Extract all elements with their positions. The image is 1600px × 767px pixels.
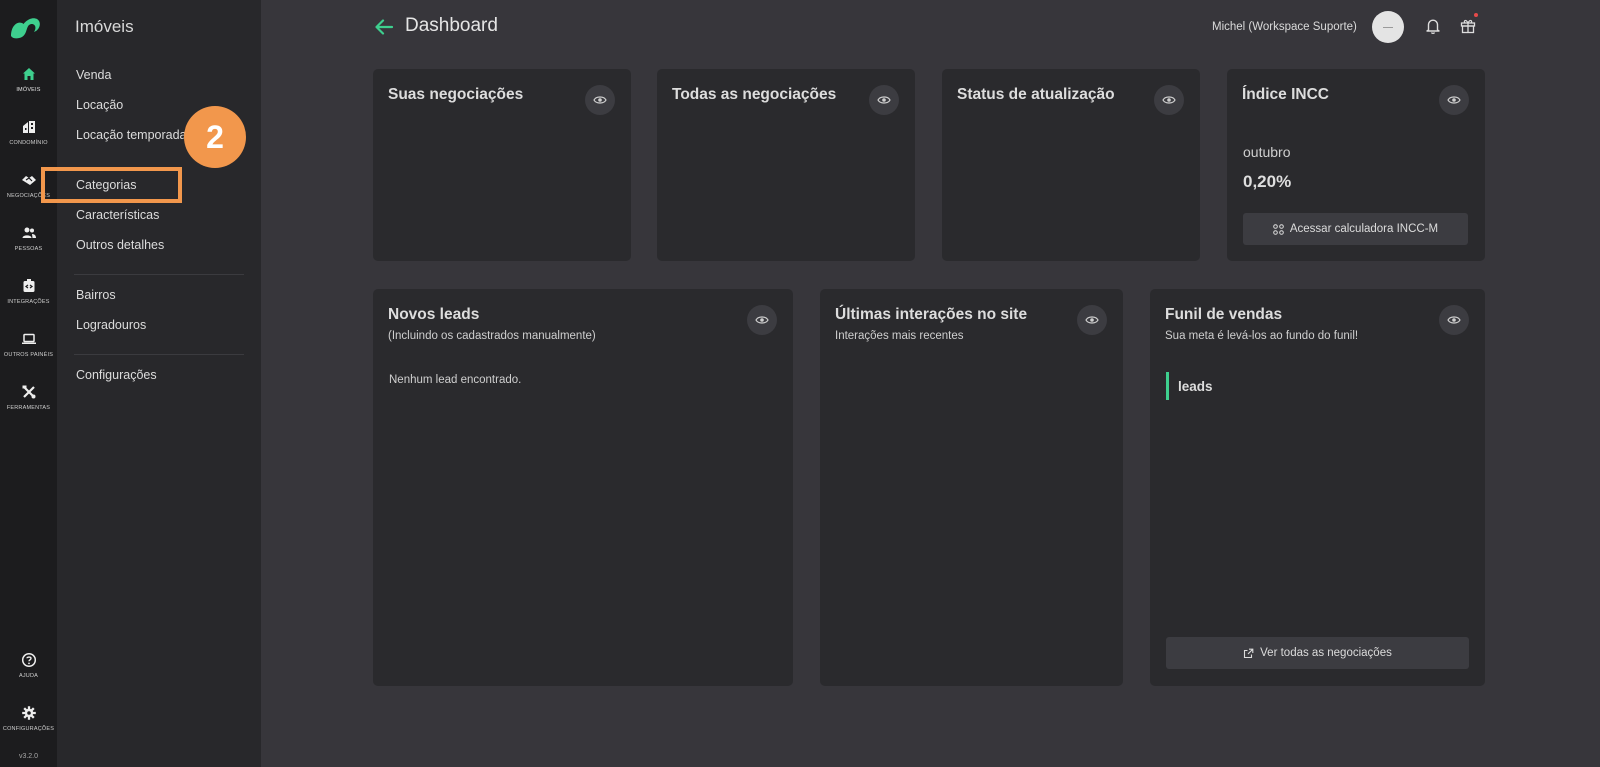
eye-icon <box>1447 316 1461 324</box>
card-subtitle: Sua meta é levá-los ao fundo do funil! <box>1165 330 1359 342</box>
card-title: Últimas interações no site <box>835 306 1028 323</box>
rail-item-imoveis[interactable]: IMÓVEIS <box>0 66 57 93</box>
integrations-icon <box>23 279 34 292</box>
funnel-stage-leads[interactable]: leads <box>1178 379 1213 394</box>
page-title: Dashboard <box>405 15 498 36</box>
rail-item-ferramentas[interactable]: FERRAMENTAS <box>0 384 57 411</box>
subnav-item-locacao[interactable]: Locação <box>76 98 123 112</box>
card-subtitle: Interações mais recentes <box>835 330 964 342</box>
step-badge: 2 <box>184 106 246 168</box>
card-title: Índice INCC <box>1242 86 1329 103</box>
toggle-visibility-button[interactable] <box>1154 85 1184 115</box>
rail-item-outros-paineis[interactable]: OUTROS PAINÉIS <box>0 331 57 358</box>
rail-item-integracoes[interactable]: INTEGRAÇÕES <box>0 278 57 305</box>
card-funil-vendas: Funil de vendas Sua meta é levá-los ao f… <box>1150 289 1485 686</box>
user-name[interactable]: Michel (Workspace Suporte) <box>1212 21 1357 33</box>
subnav-item-logradouros[interactable]: Logradouros <box>76 318 146 332</box>
toggle-visibility-button[interactable] <box>1439 305 1469 335</box>
eye-icon <box>1162 96 1176 104</box>
gear-icon <box>21 706 36 720</box>
rail-label: FERRAMENTAS <box>6 405 51 411</box>
building-icon <box>22 121 35 133</box>
tools-icon <box>22 385 35 399</box>
rail-label: CONDOMÍNIO <box>9 140 48 146</box>
subnav-divider <box>74 354 244 355</box>
eye-icon <box>1085 316 1099 324</box>
incc-calculator-label: Acessar calculadora INCC-M <box>1289 223 1439 235</box>
card-indice-incc: Índice INCC outubro 0,20% Acessar calcul… <box>1227 69 1485 261</box>
eye-icon <box>755 316 769 324</box>
card-title: Status de atualização <box>957 86 1115 103</box>
toggle-visibility-button[interactable] <box>747 305 777 335</box>
card-subtitle: (Incluindo os cadastrados manualmente) <box>388 330 596 342</box>
view-all-negotiations-button[interactable]: Ver todas as negociações <box>1166 637 1469 669</box>
subnav-divider <box>74 274 244 275</box>
home-icon <box>22 68 35 80</box>
external-link-icon <box>1244 648 1254 658</box>
notification-dot <box>1474 13 1478 17</box>
card-suas-negociacoes: Suas negociações <box>373 69 631 261</box>
eye-icon <box>1447 96 1461 104</box>
incc-month: outubro <box>1243 144 1291 160</box>
rail-label: AJUDA <box>18 673 39 679</box>
incc-calculator-button[interactable]: Acessar calculadora INCC-M <box>1243 213 1468 245</box>
card-title: Funil de vendas <box>1165 306 1283 323</box>
laptop-icon <box>21 333 36 344</box>
rail-item-pessoas[interactable]: PESSOAS <box>0 225 57 252</box>
rail-item-ajuda[interactable]: AJUDA <box>0 652 57 679</box>
logo-icon[interactable] <box>9 12 43 40</box>
card-status-atualizacao: Status de atualização <box>942 69 1200 261</box>
handshake-icon <box>21 176 36 185</box>
help-icon <box>21 652 36 668</box>
rail-item-configuracoes[interactable]: CONFIGURAÇÕES <box>0 705 57 732</box>
calculator-icon <box>1273 223 1284 235</box>
toggle-visibility-button[interactable] <box>869 85 899 115</box>
empty-leads-message: Nenhum lead encontrado. <box>389 374 522 386</box>
eye-icon <box>593 96 607 104</box>
subnav-item-bairros[interactable]: Bairros <box>76 288 116 302</box>
card-title: Novos leads <box>388 306 480 323</box>
toggle-visibility-button[interactable] <box>585 85 615 115</box>
icon-rail: IMÓVEIS CONDOMÍNIO NEGOCIAÇÕES PESSOAS I… <box>0 0 57 767</box>
subnav-item-venda[interactable]: Venda <box>76 68 111 82</box>
card-novos-leads: Novos leads (Incluindo os cadastrados ma… <box>373 289 793 686</box>
incc-value: 0,20% <box>1243 172 1292 191</box>
bell-icon[interactable] <box>1424 17 1442 35</box>
subnav-item-caracteristicas[interactable]: Características <box>76 208 159 222</box>
eye-icon <box>877 96 891 104</box>
people-icon <box>22 227 36 238</box>
gift-icon[interactable] <box>1459 17 1477 35</box>
rail-label: PESSOAS <box>14 246 43 252</box>
toggle-visibility-button[interactable] <box>1077 305 1107 335</box>
rail-label: IMÓVEIS <box>16 87 41 93</box>
card-title: Suas negociações <box>388 86 524 103</box>
card-title: Todas as negociações <box>672 86 837 103</box>
view-all-negotiations-label: Ver todas as negociações <box>1260 647 1392 659</box>
subnav-title: Imóveis <box>75 17 134 36</box>
subnav-item-locacao-temporada[interactable]: Locação temporada <box>76 128 187 142</box>
back-arrow-icon[interactable] <box>373 16 395 38</box>
rail-item-condominio[interactable]: CONDOMÍNIO <box>0 119 57 146</box>
card-todas-negociacoes: Todas as negociações <box>657 69 915 261</box>
rail-label: INTEGRAÇÕES <box>7 299 50 305</box>
subnav-item-outros-detalhes[interactable]: Outros detalhes <box>76 238 164 252</box>
rail-label: CONFIGURAÇÕES <box>2 726 55 732</box>
avatar[interactable] <box>1372 11 1404 43</box>
card-ultimas-interacoes: Últimas interações no site Interações ma… <box>820 289 1123 686</box>
funnel-stage-marker <box>1166 372 1169 400</box>
app-version: v3.2.0 <box>18 753 39 760</box>
rail-label: OUTROS PAINÉIS <box>3 352 54 358</box>
toggle-visibility-button[interactable] <box>1439 85 1469 115</box>
highlight-box <box>41 167 182 203</box>
subnav-item-configuracoes[interactable]: Configurações <box>76 368 157 382</box>
